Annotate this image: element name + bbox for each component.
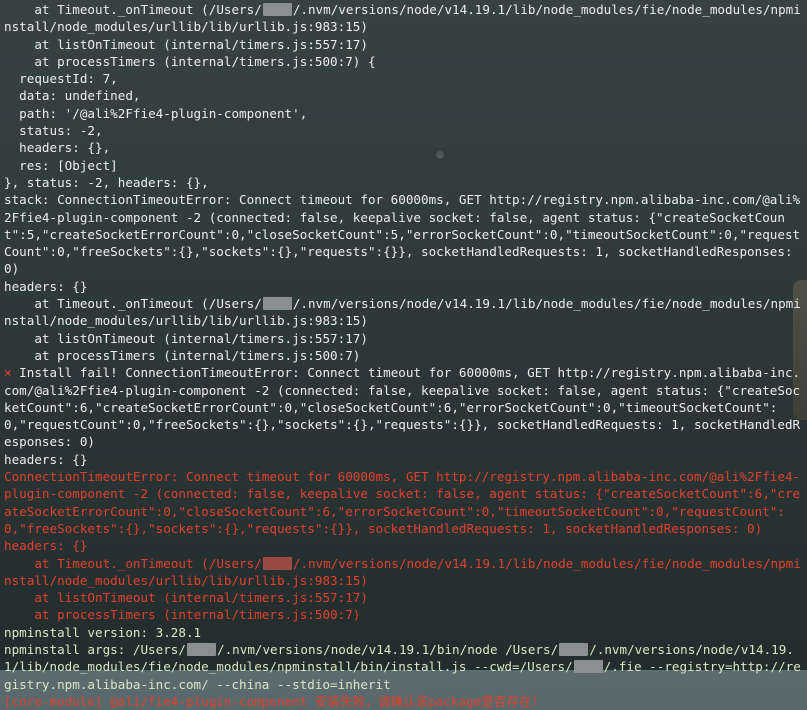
terminal-line: headers: {},: [4, 139, 804, 156]
terminal-text: at listOnTimeout (internal/timers.js:557…: [4, 590, 368, 606]
terminal-text: at listOnTimeout (internal/timers.js:557…: [4, 36, 368, 52]
terminal-line: headers: {}: [4, 537, 804, 554]
terminal-line: }, status: -2, headers: {},: [4, 174, 804, 191]
terminal-text: stack: ConnectionTimeoutError: Connect t…: [4, 192, 801, 277]
terminal-line: status: -2,: [4, 122, 804, 139]
error-cross-icon: ×: [4, 365, 12, 381]
terminal-line: [core-module] @ali/fie4-plugin-component…: [4, 693, 804, 710]
terminal-line: at processTimers (internal/timers.js:500…: [4, 347, 804, 364]
terminal-text: requestId: 7,: [4, 71, 118, 87]
terminal-output[interactable]: at Timeout._onTimeout (/Users/ /.nvm/vers…: [0, 0, 807, 709]
terminal-text: at listOnTimeout (internal/timers.js:557…: [4, 330, 368, 346]
terminal-text: }, status: -2, headers: {},: [4, 174, 209, 190]
terminal-line: data: undefined,: [4, 87, 804, 104]
terminal-text: data: undefined,: [4, 88, 141, 104]
terminal-line: × Install fail! ConnectionTimeoutError: …: [4, 364, 804, 450]
terminal-line: path: '/@ali%2Ffie4-plugin-component',: [4, 105, 804, 122]
terminal-text: status: -2,: [4, 123, 103, 139]
redacted-username: [573, 660, 603, 674]
terminal-line: headers: {}: [4, 278, 804, 295]
terminal-line: npminstall args: /Users/ /.nvm/versions/n…: [4, 641, 804, 693]
redacted-username: [262, 3, 292, 16]
terminal-text: Install fail! ConnectionTimeoutError: Co…: [4, 365, 801, 450]
terminal-text: res: [Object]: [4, 157, 118, 173]
terminal-text: at Timeout._onTimeout (/Users/: [4, 2, 262, 17]
redacted-username: [262, 556, 292, 570]
terminal-line: at Timeout._onTimeout (/Users//.nvm/vers…: [4, 1, 804, 36]
redacted-username: [559, 642, 589, 656]
terminal-line: at processTimers (internal/timers.js:500…: [4, 53, 804, 70]
terminal-line: at listOnTimeout (internal/timers.js:557…: [4, 36, 804, 53]
terminal-text: npminstall version: 3.28.1: [4, 624, 202, 640]
terminal-line: headers: {}: [4, 451, 804, 468]
terminal-text: at processTimers (internal/timers.js:500…: [4, 607, 361, 623]
terminal-line: res: [Object]: [4, 157, 804, 174]
terminal-text: at processTimers (internal/timers.js:500…: [4, 347, 361, 363]
terminal-line: at listOnTimeout (internal/timers.js:557…: [4, 589, 804, 606]
terminal-line: at Timeout._onTimeout (/Users//.nvm/vers…: [4, 555, 804, 590]
terminal-line: ConnectionTimeoutError: Connect timeout …: [4, 468, 804, 537]
terminal-text: at Timeout._onTimeout (/Users/: [4, 555, 262, 571]
terminal-text: headers: {}: [4, 538, 88, 554]
terminal-text: npminstall args: /Users/: [4, 641, 186, 657]
terminal-text: headers: {}: [4, 451, 88, 467]
terminal-line: npminstall version: 3.28.1: [4, 624, 804, 641]
terminal-line: at Timeout._onTimeout (/Users//.nvm/vers…: [4, 295, 804, 330]
redacted-username: [262, 297, 292, 311]
terminal-line: at listOnTimeout (internal/timers.js:557…: [4, 330, 804, 347]
terminal-text: path: '/@ali%2Ffie4-plugin-component',: [4, 105, 308, 121]
terminal-line: requestId: 7,: [4, 70, 804, 87]
terminal-text: ConnectionTimeoutError: Connect timeout …: [4, 469, 801, 536]
terminal-text: headers: {},: [4, 140, 111, 156]
terminal-line: stack: ConnectionTimeoutError: Connect t…: [4, 191, 804, 277]
terminal-text: at processTimers (internal/timers.js:500…: [4, 53, 376, 69]
terminal-text: at Timeout._onTimeout (/Users/: [4, 296, 262, 312]
terminal-line: at processTimers (internal/timers.js:500…: [4, 606, 804, 623]
terminal-text: headers: {}: [4, 278, 88, 294]
terminal-text: [core-module] @ali/fie4-plugin-component…: [4, 693, 545, 709]
redacted-username: [186, 642, 216, 656]
terminal-text: /.nvm/versions/node/v14.19.1/bin/node /U…: [216, 641, 559, 657]
